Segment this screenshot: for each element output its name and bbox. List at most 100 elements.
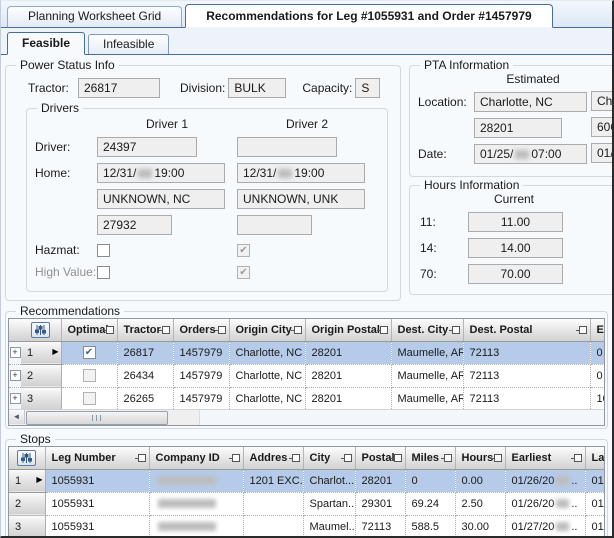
latest-cell[interactable]: 01/2 [585, 469, 605, 492]
column-header-origin-postal[interactable]: Origin Postal [305, 319, 391, 341]
earliest-cell[interactable]: 01/26/20.. [505, 469, 585, 492]
row-header[interactable]: 2▶ [21, 364, 61, 387]
pin-icon[interactable] [391, 454, 402, 462]
row-header[interactable]: 1▶ [21, 341, 61, 364]
address-cell[interactable] [243, 515, 303, 538]
dest-postal-cell[interactable]: 72113 [463, 364, 590, 387]
optimal-checkbox[interactable]: ✔ [83, 392, 96, 405]
pin-icon[interactable] [491, 454, 502, 462]
origin-city-cell[interactable]: Charlotte, NC [229, 387, 305, 410]
miles-cell[interactable]: 69.24 [405, 492, 455, 515]
tab-feasible[interactable]: Feasible [7, 32, 85, 55]
leg-number-cell[interactable]: 1055931 [45, 492, 149, 515]
cutoff-cell[interactable]: 10 [590, 387, 605, 410]
cutoff-cell[interactable]: 0 [590, 341, 605, 364]
pin-icon[interactable] [441, 454, 452, 462]
city-cell[interactable]: Charlot... [303, 469, 355, 492]
column-header-company-id[interactable]: Company ID [149, 447, 243, 469]
column-header-city[interactable]: City [303, 447, 355, 469]
hours-70-field[interactable]: 70.00 [468, 264, 563, 284]
row-header[interactable]: 1▶ [9, 469, 45, 492]
driver1-home-date-field[interactable]: 12/31/19:00 [97, 163, 225, 183]
expand-row-icon[interactable]: + [10, 347, 21, 358]
pin-icon[interactable] [289, 454, 300, 462]
column-header-address[interactable]: Addres [243, 447, 303, 469]
pta-postal-field[interactable]: 28201 [474, 118, 562, 138]
leg-number-cell[interactable]: 1055931 [45, 469, 149, 492]
column-header-leg-number[interactable]: Leg Number [45, 447, 149, 469]
orders-cell[interactable]: 1457979 [173, 387, 229, 410]
hours-cell[interactable]: 30.00 [455, 515, 505, 538]
miles-cell[interactable]: 0 [405, 469, 455, 492]
earliest-cell[interactable]: 01/26/20.. [505, 492, 585, 515]
driver2-home-postal-field[interactable] [237, 215, 312, 235]
pin-icon[interactable] [229, 454, 240, 462]
driver1-home-postal-field[interactable]: 27932 [97, 215, 172, 235]
company-id-cell[interactable] [149, 515, 243, 538]
tab-infeasible[interactable]: Infeasible [88, 34, 169, 54]
company-id-cell[interactable] [149, 492, 243, 515]
expand-row-icon[interactable]: + [10, 393, 21, 404]
dest-postal-cell[interactable]: 72113 [463, 341, 590, 364]
latest-cell[interactable]: 01/2 [585, 515, 605, 538]
division-field[interactable]: BULK [228, 78, 286, 98]
optimal-checkbox[interactable]: ✔ [83, 346, 96, 359]
hazmat-driver1-checkbox[interactable]: ✔ [97, 244, 110, 257]
column-header-postal[interactable]: Postal [355, 447, 405, 469]
scroll-left-icon[interactable]: ◄ [9, 410, 25, 424]
driver2-home-city-field[interactable]: UNKNOWN, UNK [237, 189, 365, 209]
miles-cell[interactable]: 588.5 [405, 515, 455, 538]
optimal-cell[interactable]: ✔ [61, 364, 117, 387]
optimal-checkbox[interactable]: ✔ [83, 369, 96, 382]
postal-cell[interactable]: 29301 [355, 492, 405, 515]
pta-location-field[interactable]: Charlotte, NC [474, 92, 587, 112]
driver2-home-date-field[interactable]: 12/31/19:00 [237, 163, 365, 183]
column-header-origin-city[interactable]: Origin City [229, 319, 305, 341]
earliest-cell[interactable]: 01/27/20.. [505, 515, 585, 538]
hours-cell[interactable]: 0.00 [455, 469, 505, 492]
pin-icon[interactable] [135, 454, 146, 462]
column-header-cutoff[interactable]: En [590, 319, 605, 341]
field-chooser-icon[interactable] [31, 322, 50, 338]
column-header-earliest[interactable]: Earliest [505, 447, 585, 469]
postal-cell[interactable]: 72113 [355, 515, 405, 538]
address-cell[interactable]: 1201 EXC... [243, 469, 303, 492]
driver1-id-field[interactable]: 24397 [97, 137, 197, 157]
optimal-cell[interactable]: ✔ [61, 341, 117, 364]
column-header-orders[interactable]: Orders [173, 319, 229, 341]
pin-icon[interactable] [377, 326, 388, 334]
tab-recommendations[interactable]: Recommendations for Leg #1055931 and Ord… [185, 4, 552, 28]
orders-cell[interactable]: 1457979 [173, 364, 229, 387]
latest-cell[interactable]: 01/2 [585, 492, 605, 515]
high-value-driver1-checkbox[interactable]: ✔ [97, 266, 110, 279]
pin-icon[interactable] [291, 326, 302, 334]
column-header-dest-postal[interactable]: Dest. Postal [463, 319, 590, 341]
city-cell[interactable]: Spartan... [303, 492, 355, 515]
pin-icon[interactable] [341, 454, 352, 462]
pin-icon[interactable] [576, 326, 587, 334]
postal-cell[interactable]: 28201 [355, 469, 405, 492]
driver1-home-city-field[interactable]: UNKNOWN, NC [97, 189, 225, 209]
pin-icon[interactable] [571, 454, 582, 462]
dest-city-cell[interactable]: Maumelle, AR [391, 341, 463, 364]
address-cell[interactable] [243, 492, 303, 515]
optimal-cell[interactable]: ✔ [61, 387, 117, 410]
origin-city-cell[interactable]: Charlotte, NC [229, 341, 305, 364]
column-header-latest[interactable]: Late [585, 447, 605, 469]
hours-11-field[interactable]: 11.00 [468, 212, 563, 232]
pin-icon[interactable] [215, 326, 226, 334]
company-id-cell[interactable] [149, 469, 243, 492]
driver2-id-field[interactable] [237, 137, 337, 157]
origin-postal-cell[interactable]: 28201 [305, 341, 391, 364]
column-header-miles[interactable]: Miles [405, 447, 455, 469]
capacity-field[interactable]: S [355, 78, 380, 98]
origin-postal-cell[interactable]: 28201 [305, 387, 391, 410]
row-header[interactable]: 3▶ [9, 515, 45, 538]
tab-planning-worksheet-grid[interactable]: Planning Worksheet Grid [7, 6, 182, 27]
horizontal-scrollbar[interactable]: ◄ [9, 410, 200, 425]
row-header[interactable]: 3▶ [21, 387, 61, 410]
origin-city-cell[interactable]: Charlotte, NC [229, 364, 305, 387]
pin-icon[interactable] [103, 326, 114, 334]
pta-date2-field[interactable]: 01/24 [591, 143, 612, 163]
cutoff-cell[interactable]: 0 [590, 364, 605, 387]
